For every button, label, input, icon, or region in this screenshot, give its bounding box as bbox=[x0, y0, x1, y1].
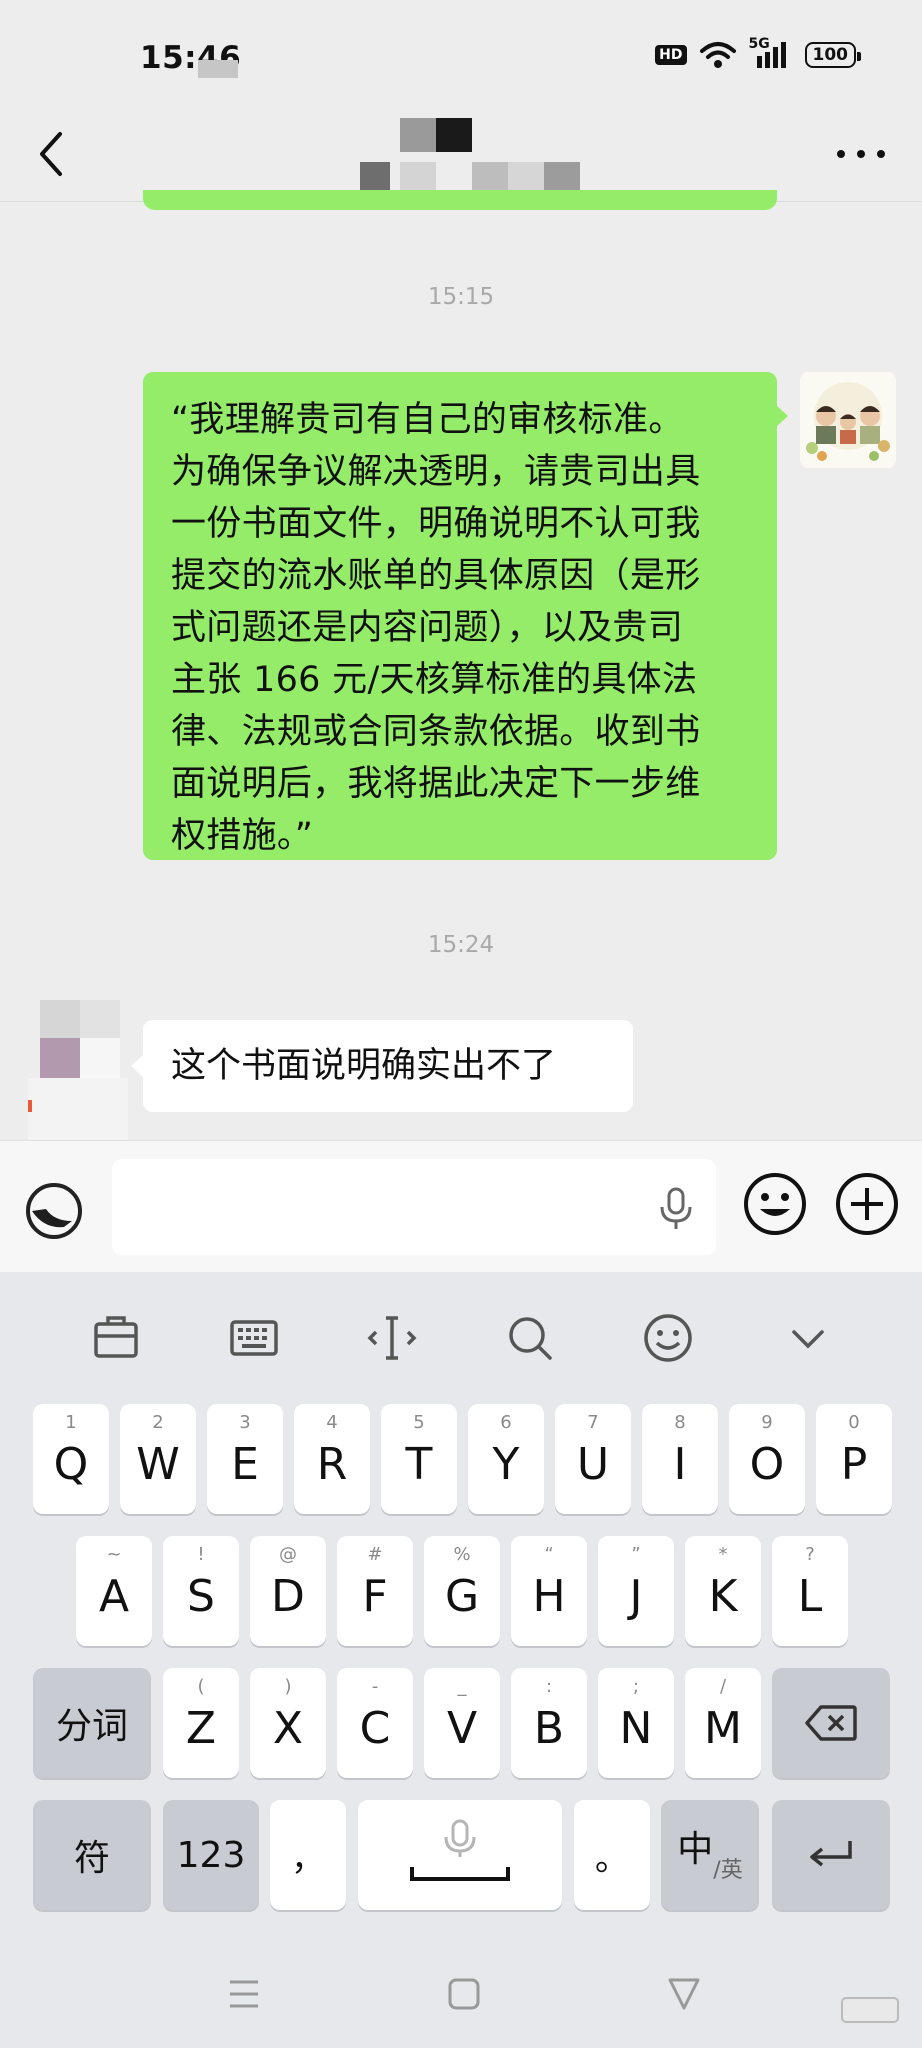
key-i[interactable]: 8I bbox=[642, 1404, 718, 1514]
key-t[interactable]: 5T bbox=[381, 1404, 457, 1514]
message-line: 权措施。” bbox=[171, 816, 314, 856]
message-line: 提交的流水账单的具体原因（是形 bbox=[171, 556, 701, 596]
message-line: 面说明后，我将据此决定下一步维 bbox=[171, 764, 701, 804]
key-q[interactable]: 1Q bbox=[33, 1404, 109, 1514]
key-e[interactable]: 3E bbox=[207, 1404, 283, 1514]
privacy-blur bbox=[198, 60, 238, 78]
sent-message-bubble[interactable]: “我理解贵司有自己的审核标准。 为确保争议解决透明，请贵司出具 一份书面文件，明… bbox=[143, 372, 777, 860]
status-bar: 15:46 HD 5G 100 bbox=[0, 0, 922, 110]
keyboard-toolbar bbox=[0, 1272, 922, 1392]
keyboard: 1Q 2W 3E 4R 5T 6Y 7U 8I 9O 0P ~ A ! S @ D #… bbox=[0, 1272, 922, 2048]
previous-message-bubble bbox=[143, 190, 777, 210]
signal-icon: 5G bbox=[749, 36, 793, 70]
wifi-icon bbox=[699, 42, 736, 68]
bubble-tail bbox=[776, 405, 788, 427]
contact-avatar[interactable] bbox=[28, 1000, 128, 1156]
key-d[interactable]: @ D bbox=[250, 1536, 326, 1646]
message-input[interactable] bbox=[112, 1159, 716, 1255]
key-v[interactable]: _ V bbox=[424, 1668, 500, 1778]
mic-icon[interactable] bbox=[656, 1185, 696, 1231]
chat-timestamp: 15:24 bbox=[427, 932, 495, 958]
received-message-bubble[interactable]: 这个书面说明确实出不了 bbox=[143, 1020, 633, 1112]
backspace-key[interactable] bbox=[772, 1668, 890, 1778]
segment-key[interactable]: 分词 bbox=[33, 1668, 151, 1778]
plus-button-icon[interactable] bbox=[834, 1171, 900, 1237]
key-s[interactable]: ! S bbox=[163, 1536, 239, 1646]
key-w[interactable]: 2W bbox=[120, 1404, 196, 1514]
message-line: 为确保争议解决透明，请贵司出具 bbox=[171, 452, 701, 492]
message-line: 一份书面文件，明确说明不认可我 bbox=[171, 504, 701, 544]
chevron-down-icon[interactable] bbox=[778, 1308, 838, 1368]
key-a[interactable]: ~ A bbox=[76, 1536, 152, 1646]
key-j[interactable]: ” J bbox=[598, 1536, 674, 1646]
status-icons: HD 5G 100 bbox=[655, 36, 861, 70]
key-p[interactable]: 0P bbox=[816, 1404, 892, 1514]
key-n[interactable]: ; N bbox=[598, 1668, 674, 1778]
comma-key[interactable]: ， bbox=[270, 1800, 346, 1910]
key-k[interactable]: * K bbox=[685, 1536, 761, 1646]
key-f[interactable]: # F bbox=[337, 1536, 413, 1646]
backspace-icon bbox=[805, 1705, 857, 1741]
space-key[interactable] bbox=[358, 1800, 562, 1910]
back-icon[interactable] bbox=[30, 124, 74, 184]
key-g[interactable]: % G bbox=[424, 1536, 500, 1646]
key-m[interactable]: / M bbox=[685, 1668, 761, 1778]
voice-toggle-icon[interactable] bbox=[24, 1181, 84, 1241]
chat-timestamp: 15:15 bbox=[427, 284, 495, 310]
key-x[interactable]: ) X bbox=[250, 1668, 326, 1778]
emoji-icon[interactable] bbox=[638, 1308, 698, 1368]
keyboard-icon[interactable] bbox=[224, 1308, 284, 1368]
system-navigation-bar bbox=[0, 1940, 922, 2048]
clipboard-icon[interactable] bbox=[86, 1308, 146, 1368]
enter-key[interactable] bbox=[772, 1800, 890, 1910]
input-bar bbox=[0, 1140, 922, 1272]
symbol-key[interactable]: 符 bbox=[33, 1800, 151, 1910]
chat-header bbox=[0, 110, 922, 202]
number-key[interactable]: 123 bbox=[163, 1800, 259, 1910]
key-y[interactable]: 6Y bbox=[468, 1404, 544, 1514]
battery-icon: 100 bbox=[804, 42, 861, 68]
home-icon[interactable] bbox=[444, 1974, 484, 2014]
self-avatar[interactable] bbox=[800, 372, 896, 468]
menu-icon[interactable] bbox=[224, 1974, 264, 2014]
space-mic-icon bbox=[410, 1819, 510, 1881]
watermark-icon bbox=[841, 1997, 899, 2023]
message-line: “我理解贵司有自己的审核标准。 bbox=[171, 400, 684, 440]
language-switch-key[interactable]: 中 /英 bbox=[661, 1800, 759, 1910]
key-r[interactable]: 4R bbox=[294, 1404, 370, 1514]
key-u[interactable]: 7U bbox=[555, 1404, 631, 1514]
key-o[interactable]: 9O bbox=[729, 1404, 805, 1514]
message-line: 主张 166 元/天核算标准的具体法 bbox=[171, 660, 698, 700]
hd-icon: HD bbox=[655, 45, 687, 65]
key-l[interactable]: ? L bbox=[772, 1536, 848, 1646]
message-line: 式问题还是内容问题），以及贵司 bbox=[171, 608, 684, 648]
key-b[interactable]: :B bbox=[511, 1668, 587, 1778]
cursor-icon[interactable] bbox=[362, 1308, 422, 1368]
search-icon[interactable] bbox=[500, 1308, 560, 1368]
bubble-tail bbox=[131, 1055, 143, 1077]
back-triangle-icon[interactable] bbox=[664, 1974, 704, 2014]
key-h[interactable]: “H bbox=[511, 1536, 587, 1646]
message-line: 律、法规或合同条款依据。收到书 bbox=[171, 712, 701, 752]
key-z[interactable]: (Z bbox=[163, 1668, 239, 1778]
period-key[interactable]: 。 bbox=[574, 1800, 650, 1910]
emoji-button-icon[interactable] bbox=[742, 1171, 808, 1237]
enter-icon bbox=[810, 1841, 852, 1867]
more-icon[interactable] bbox=[830, 132, 892, 176]
key-c[interactable]: -C bbox=[337, 1668, 413, 1778]
